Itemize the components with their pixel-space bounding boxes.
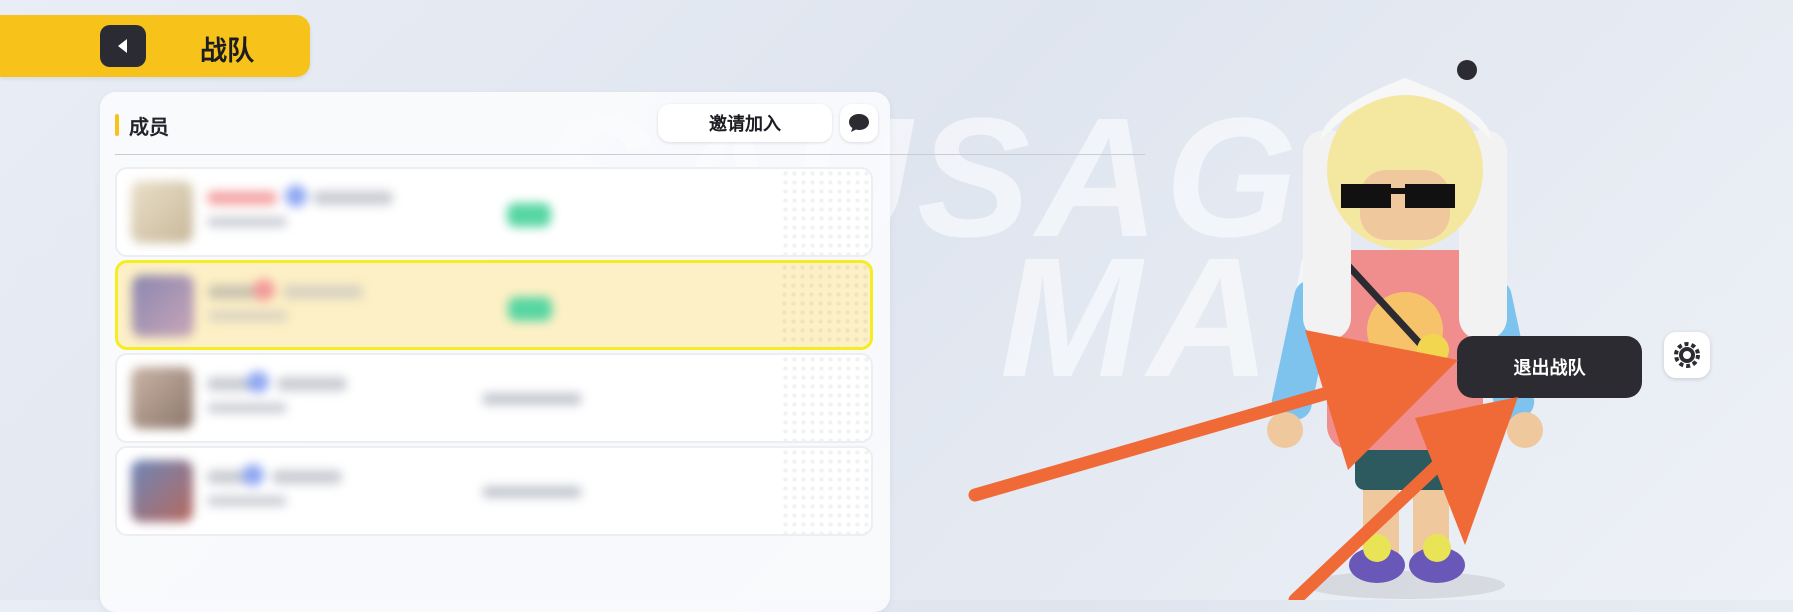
member-badge-icon <box>285 185 307 207</box>
leave-team-button[interactable]: 退出战队 <box>1457 336 1642 398</box>
settings-button[interactable] <box>1664 332 1710 378</box>
gear-icon <box>1674 342 1700 368</box>
player-character-model <box>1267 60 1543 599</box>
member-tag <box>272 470 342 484</box>
page-title: 战队 <box>200 36 254 66</box>
member-avatar <box>131 181 193 243</box>
back-button[interactable] <box>100 25 146 67</box>
member-tag <box>283 285 363 299</box>
section-divider <box>115 154 1145 155</box>
invite-button[interactable]: 邀请加入 <box>658 104 832 142</box>
member-subtext <box>207 217 287 227</box>
member-badge-icon <box>253 279 275 301</box>
member-status-badge <box>507 203 551 227</box>
top-header-bar: 战队 <box>0 15 310 77</box>
member-status-text <box>482 486 582 498</box>
member-row[interactable] <box>115 353 873 443</box>
member-name <box>207 191 277 205</box>
member-badge-icon <box>242 464 264 486</box>
member-row[interactable] <box>115 167 873 257</box>
member-subtext <box>207 403 287 413</box>
member-subtext <box>207 496 287 506</box>
section-accent-bar <box>115 114 119 136</box>
members-section-title: 成员 <box>129 116 169 139</box>
member-avatar <box>131 460 193 522</box>
member-row[interactable] <box>115 446 873 536</box>
member-avatar <box>131 367 193 429</box>
member-status-badge <box>508 297 552 321</box>
members-section-header: 成员 <box>115 112 169 139</box>
team-members-panel: 成员 邀请加入 <box>100 92 1145 612</box>
member-tag <box>313 191 393 205</box>
member-subtext <box>208 311 288 321</box>
back-arrow-icon <box>118 39 127 53</box>
member-row-selected[interactable] <box>115 260 873 350</box>
member-badge-icon <box>247 371 269 393</box>
member-avatar <box>132 275 194 337</box>
member-status-text <box>482 393 582 405</box>
chat-button[interactable] <box>840 104 878 142</box>
member-tag <box>277 377 347 391</box>
chat-bubble-icon <box>849 114 869 132</box>
